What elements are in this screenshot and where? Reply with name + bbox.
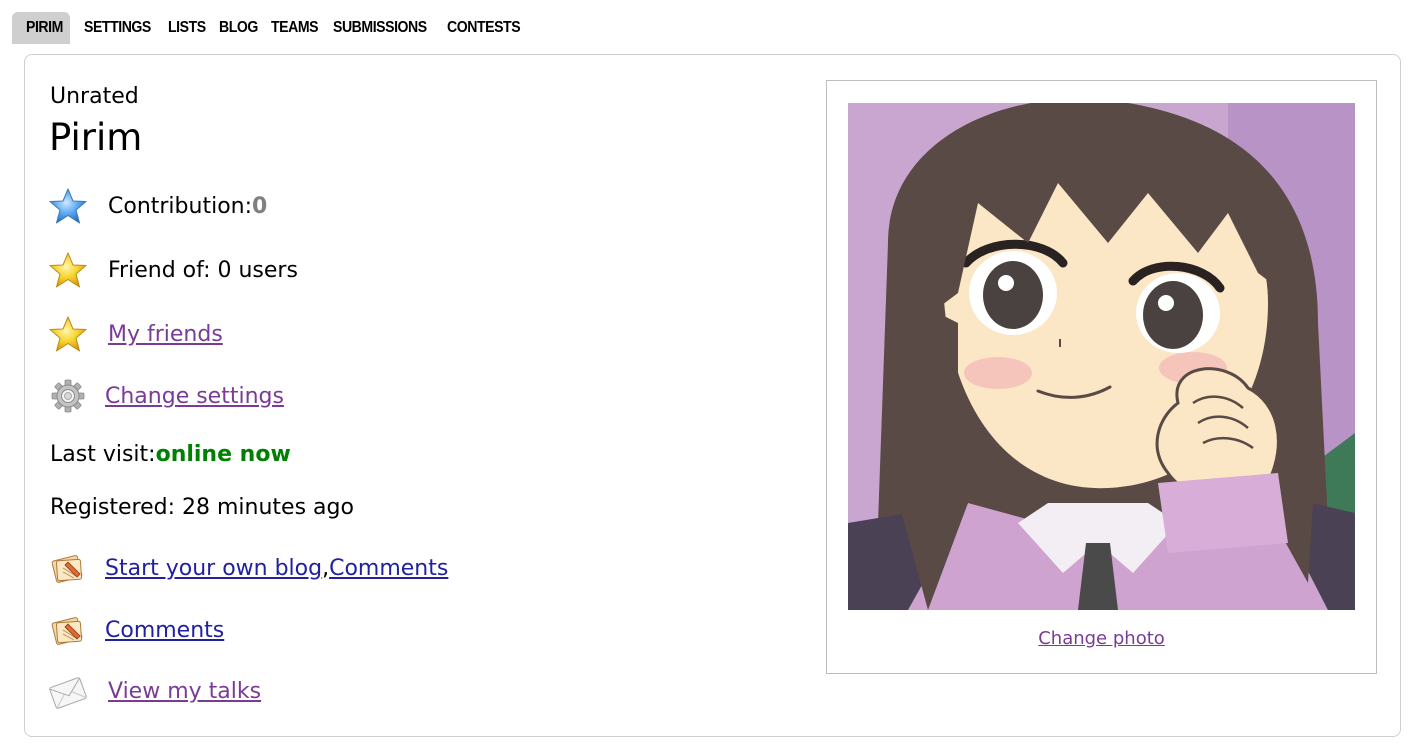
friend-of-text: Friend of: 0 users <box>108 257 298 283</box>
blog-separator: , <box>322 555 330 581</box>
contribution-label: Contribution: <box>108 193 253 219</box>
my-friends-link[interactable]: My friends <box>108 322 223 347</box>
registered-text: Registered: 28 minutes ago <box>50 495 354 520</box>
gold-star-icon <box>48 250 88 290</box>
tab-label: LISTS <box>167 19 206 36</box>
settings-row: Change settings <box>48 376 284 416</box>
envelope-icon <box>48 671 88 711</box>
user-photo-box: Change photo <box>826 80 1377 674</box>
blue-star-icon <box>48 186 88 226</box>
last-visit-value: online now <box>155 442 291 467</box>
blog-comments-link[interactable]: Comments <box>329 556 448 581</box>
tab-label: CONTESTS <box>447 19 521 36</box>
contribution-value: 0 <box>252 193 268 219</box>
tab-contests[interactable]: CONTESTS <box>447 12 530 44</box>
registered-row: Registered: 28 minutes ago <box>50 495 354 520</box>
friend-of-row: Friend of: 0 users <box>48 250 298 290</box>
profile-nav-tabs: PIRIM SETTINGS LISTS BLOG TEAMS SUBMISSI… <box>12 12 524 44</box>
tab-label: TEAMS <box>271 19 319 36</box>
blog-row: Start your own blog, Comments <box>48 548 448 588</box>
comments-row: Comments <box>48 610 224 650</box>
tab-pirim[interactable]: PIRIM <box>12 12 70 44</box>
last-visit-label: Last visit: <box>50 442 156 467</box>
tab-teams[interactable]: TEAMS <box>271 12 325 44</box>
last-visit-row: Last visit: online now <box>50 442 291 467</box>
tab-settings[interactable]: SETTINGS <box>84 12 160 44</box>
gear-icon <box>48 376 88 416</box>
user-handle: Pirim <box>49 116 143 159</box>
user-rank: Unrated <box>50 84 139 109</box>
comments-link[interactable]: Comments <box>105 618 224 643</box>
view-talks-link[interactable]: View my talks <box>108 679 261 704</box>
tab-label: SUBMISSIONS <box>332 19 427 36</box>
change-settings-link[interactable]: Change settings <box>105 384 284 409</box>
my-friends-row: My friends <box>48 314 223 354</box>
tab-blog[interactable]: BLOG <box>219 12 263 44</box>
change-photo-row: Change photo <box>827 628 1376 649</box>
tab-label: SETTINGS <box>83 19 151 36</box>
tab-lists[interactable]: LISTS <box>168 12 211 44</box>
change-photo-link[interactable]: Change photo <box>1038 628 1165 649</box>
contribution-row: Contribution: 0 <box>48 186 267 226</box>
talks-row: View my talks <box>48 671 261 711</box>
gold-star-icon <box>48 314 88 354</box>
blog-icon <box>48 548 88 588</box>
tab-label: BLOG <box>218 19 258 36</box>
user-avatar <box>848 103 1355 610</box>
tab-submissions[interactable]: SUBMISSIONS <box>333 12 440 44</box>
start-blog-link[interactable]: Start your own blog <box>105 556 322 581</box>
blog-icon <box>48 610 88 650</box>
tab-label: PIRIM <box>26 19 63 36</box>
